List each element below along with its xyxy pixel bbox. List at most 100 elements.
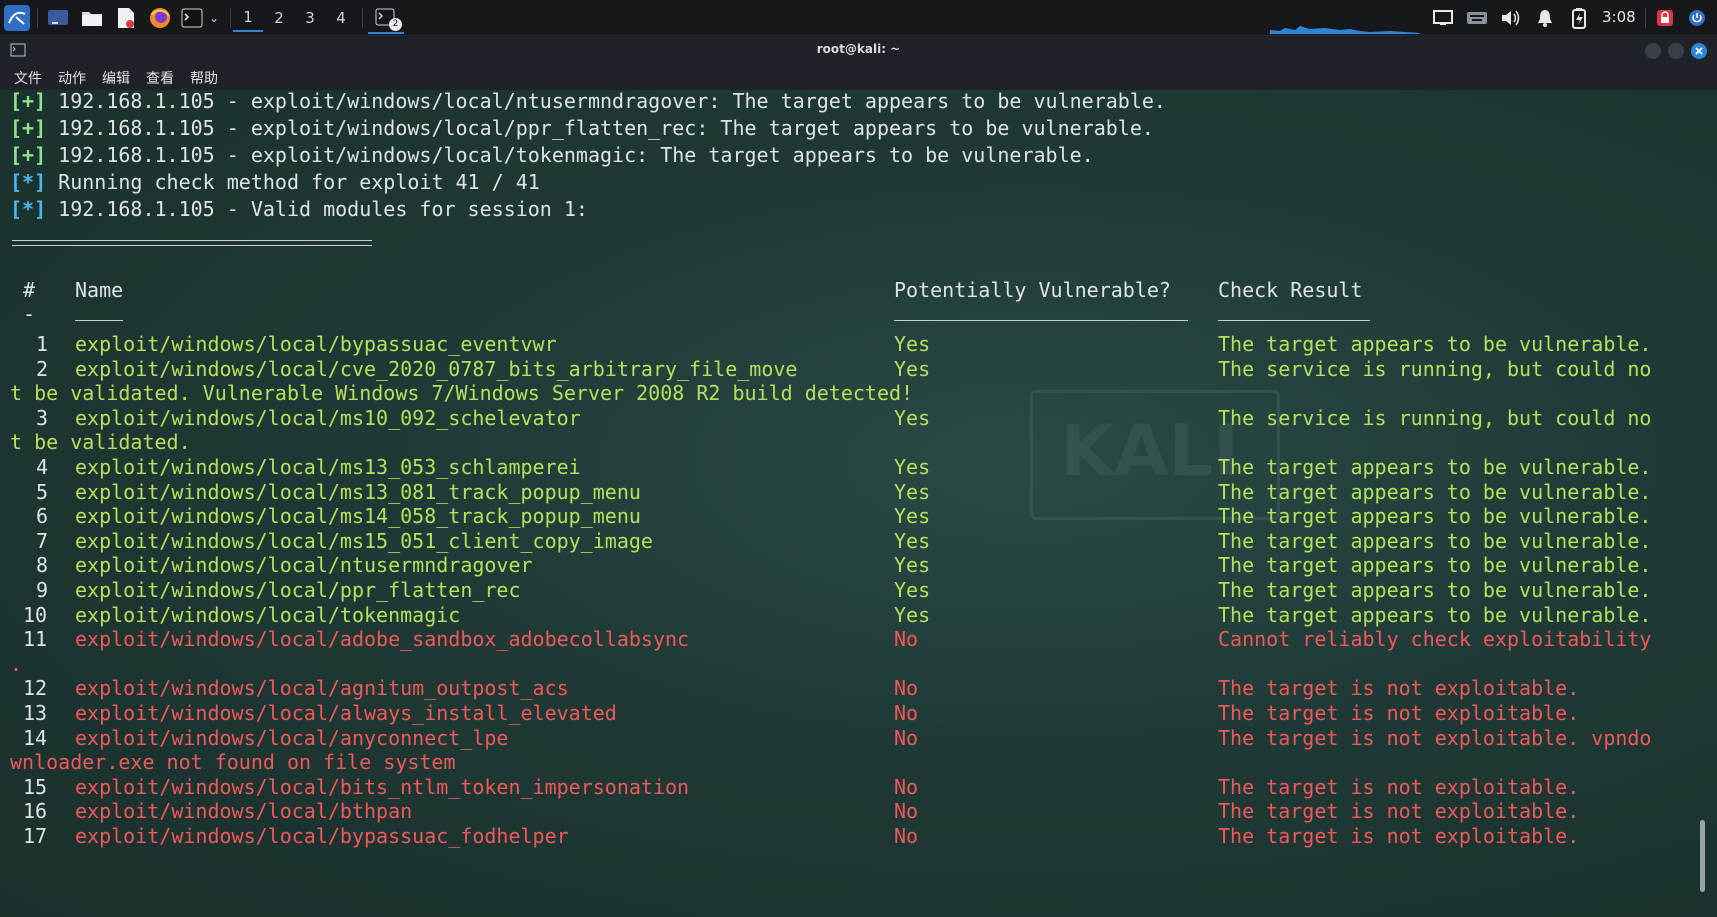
row-number: 4 — [36, 455, 49, 479]
row-number: 8 — [36, 553, 49, 577]
terminal-icon[interactable] — [180, 4, 204, 32]
bell-icon[interactable] — [1532, 4, 1558, 32]
module-name: exploit/windows/local/ppr_flatten_rec — [75, 578, 521, 602]
battery-icon[interactable] — [1566, 4, 1592, 32]
vulnerable-flag: No — [894, 726, 919, 750]
row-number: 10 — [23, 603, 48, 627]
menu-actions[interactable]: 动作 — [58, 64, 86, 90]
module-name: exploit/windows/local/bypassuac_fodhelpe… — [75, 824, 569, 848]
volume-icon[interactable] — [1498, 4, 1524, 32]
row-number: 12 — [23, 676, 48, 700]
terminal-count-badge: 2 — [389, 18, 402, 31]
success-tag: [+] — [10, 143, 47, 167]
check-result-wrap: t be validated. — [10, 430, 191, 454]
show-desktop-icon[interactable] — [44, 4, 72, 32]
row-number: 11 — [23, 627, 48, 651]
module-name: exploit/windows/local/ms14_058_track_pop… — [75, 504, 641, 528]
scrollbar-thumb[interactable] — [1700, 820, 1705, 892]
kali-menu-icon[interactable] — [2, 4, 32, 32]
module-name: exploit/windows/local/ms13_081_track_pop… — [75, 480, 641, 504]
check-result: The target appears to be vulnerable. — [1218, 603, 1652, 627]
vulnerable-flag: Yes — [894, 332, 931, 356]
window-title: root@kali: ~ — [816, 42, 901, 56]
keyboard-icon[interactable] — [1464, 4, 1490, 32]
menu-edit[interactable]: 编辑 — [102, 64, 130, 90]
row-number: 3 — [36, 406, 49, 430]
col-header-name: Name — [75, 278, 124, 302]
menu-help[interactable]: 帮助 — [190, 64, 218, 90]
col-underline-vuln — [894, 320, 1188, 321]
col-underline-result — [1218, 320, 1370, 321]
message-text: Running check method for exploit 41 / 41 — [46, 170, 540, 194]
success-tag: [+] — [10, 90, 47, 113]
vulnerable-flag: Yes — [894, 553, 931, 577]
message-line: [+] 192.168.1.105 - exploit/windows/loca… — [10, 90, 1166, 115]
check-result: The target is not exploitable. — [1218, 676, 1580, 700]
row-number: 16 — [23, 799, 48, 823]
module-name: exploit/windows/local/anyconnect_lpe — [75, 726, 509, 750]
wallpaper-logo-text: KALI — [1060, 410, 1240, 492]
vulnerable-flag: Yes — [894, 406, 931, 430]
close-icon — [1695, 47, 1703, 55]
check-result-wrap: wnloader.exe not found on file system — [10, 750, 456, 774]
power-icon[interactable] — [1684, 4, 1710, 32]
chevron-down-icon[interactable]: ⌄ — [204, 4, 224, 32]
row-number: 7 — [36, 529, 49, 553]
vulnerable-flag: Yes — [894, 529, 931, 553]
file-manager-icon[interactable] — [78, 4, 106, 32]
col-header-vuln: Potentially Vulnerable? — [894, 278, 1171, 302]
check-result: The target is not exploitable. — [1218, 824, 1580, 848]
vulnerable-flag: No — [894, 824, 919, 848]
close-button[interactable] — [1691, 43, 1707, 59]
message-line: [+] 192.168.1.105 - exploit/windows/loca… — [10, 115, 1154, 142]
check-result: The target appears to be vulnerable. — [1218, 480, 1652, 504]
module-name: exploit/windows/local/bthpan — [75, 799, 413, 823]
row-number: 9 — [36, 578, 49, 602]
minimize-button[interactable] — [1645, 43, 1661, 59]
module-name: exploit/windows/local/agnitum_outpost_ac… — [75, 676, 569, 700]
network-graph — [1270, 26, 1420, 34]
check-result: The target appears to be vulnerable. — [1218, 553, 1652, 577]
check-result: The target is not exploitable. — [1218, 701, 1580, 725]
maximize-button[interactable] — [1668, 43, 1684, 59]
firefox-icon[interactable] — [146, 4, 174, 32]
module-name: exploit/windows/local/cve_2020_0787_bits… — [75, 357, 798, 381]
text-editor-icon[interactable] — [112, 4, 140, 32]
module-name: exploit/windows/local/bypassuac_eventvwr — [75, 332, 557, 356]
workspace-3[interactable]: 3 — [295, 4, 325, 32]
check-result: The target appears to be vulnerable. — [1218, 504, 1652, 528]
workspace-4[interactable]: 4 — [326, 4, 356, 32]
col-header-num: # — [23, 278, 36, 302]
clock[interactable]: 3:08 — [1602, 8, 1636, 26]
lock-icon[interactable] — [1652, 4, 1678, 32]
check-result: The target appears to be vulnerable. — [1218, 529, 1652, 553]
terminal-task-button[interactable]: 2 — [368, 4, 404, 34]
workspace-1[interactable]: 1 — [233, 4, 263, 32]
col-header-result: Check Result — [1218, 278, 1363, 302]
success-tag: [+] — [10, 116, 47, 140]
check-result-wrap: . — [10, 652, 23, 676]
menu-file[interactable]: 文件 — [14, 64, 42, 90]
check-result: The target is not exploitable. — [1218, 799, 1580, 823]
vulnerable-flag: No — [894, 799, 919, 823]
message-line: [*] 192.168.1.105 - Valid modules for se… — [10, 196, 588, 223]
module-name: exploit/windows/local/adobe_sandbox_adob… — [75, 627, 690, 651]
check-result: The target appears to be vulnerable. — [1218, 332, 1652, 356]
menu-view[interactable]: 查看 — [146, 64, 174, 90]
message-text: 192.168.1.105 - Valid modules for sessio… — [46, 197, 588, 221]
vulnerable-flag: Yes — [894, 578, 931, 602]
top-panel: ⌄ 1 2 3 4 2 3:08 — [0, 0, 1717, 36]
module-name: exploit/windows/local/ms15_051_client_co… — [75, 529, 653, 553]
check-result: The target appears to be vulnerable. — [1218, 578, 1652, 602]
vulnerable-flag: No — [894, 676, 919, 700]
row-number: 5 — [36, 480, 49, 504]
module-name: exploit/windows/local/always_install_ele… — [75, 701, 617, 725]
message-text: 192.168.1.105 - exploit/windows/local/pp… — [46, 116, 1154, 140]
row-number: 6 — [36, 504, 49, 528]
title-bar[interactable]: root@kali: ~ — [0, 37, 1717, 64]
workspace-2[interactable]: 2 — [264, 4, 294, 32]
vulnerable-flag: Yes — [894, 504, 931, 528]
row-number: 14 — [23, 726, 48, 750]
terminal-output[interactable]: KALI [+] 192.168.1.105 - exploit/windows… — [0, 90, 1717, 917]
screen-icon[interactable] — [1430, 4, 1456, 32]
